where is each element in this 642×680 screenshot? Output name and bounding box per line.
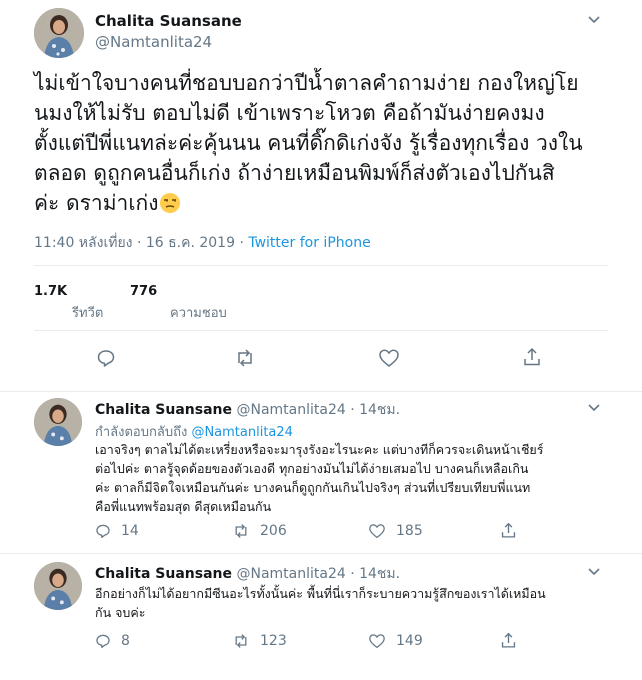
like-count[interactable]: 776 (130, 284, 157, 299)
tweet-text-body: ไม่เข้าใจบางคนที่ชอบบอกว่าปีน้ำตาลคำถามง… (34, 71, 583, 215)
main-tweet: Chalita Suansane @Namtanlita24 ไม่เข้าใจ… (0, 0, 642, 392)
share-icon (524, 347, 540, 366)
share-icon (501, 632, 516, 648)
replying-to-label: กำลังตอบกลับถึง (95, 425, 192, 440)
like-icon (379, 349, 399, 367)
avatar[interactable] (34, 398, 82, 446)
reply-button[interactable]: 8 (95, 633, 130, 649)
share-icon (501, 522, 516, 538)
divider (34, 265, 608, 266)
replying-to: กำลังตอบกลับถึง @Namtanlita24 (95, 421, 293, 442)
retweet-icon (235, 634, 247, 648)
avatar[interactable] (34, 8, 84, 58)
chevron-down-icon[interactable] (586, 402, 602, 414)
retweet-icon (238, 349, 252, 367)
unamused-face-emoji (159, 192, 181, 214)
retweet-icon (235, 524, 247, 538)
reply-button[interactable]: 14 (95, 523, 139, 539)
tweet-source-link[interactable]: Twitter for iPhone (248, 235, 370, 251)
reply-count: 14 (121, 523, 139, 539)
divider (34, 330, 608, 331)
retweet-label[interactable]: รีทวีต (72, 302, 103, 323)
like-label[interactable]: ความชอบ (170, 302, 227, 323)
reply-header: Chalita Suansane @Namtanlita24 · 14ชม. (95, 399, 400, 421)
retweet-count[interactable]: 1.7K (34, 284, 67, 299)
reply-count: 8 (121, 633, 130, 649)
reply-text: เอาจริงๆ ตาลไม่ได้ตะเหรี่ยงหรือจะมารุงรั… (95, 442, 544, 514)
chevron-down-icon[interactable] (586, 566, 602, 578)
like-count: 185 (396, 523, 423, 539)
like-icon (369, 634, 385, 649)
like-count: 149 (396, 633, 423, 649)
tweet-timestamp: 11:40 หลังเที่ยง · 16 ธ.ค. 2019 · Twitte… (34, 232, 371, 254)
reply-header: Chalita Suansane @Namtanlita24 · 14ชม. (95, 563, 400, 585)
retweet-button[interactable] (234, 348, 256, 368)
tweet-text: ไม่เข้าใจบางคนที่ชอบบอกว่าปีน้ำตาลคำถามง… (34, 68, 619, 218)
retweet-count: 123 (260, 633, 287, 649)
avatar[interactable] (34, 562, 82, 610)
retweet-count: 206 (260, 523, 287, 539)
reply-button[interactable] (96, 348, 116, 368)
share-button[interactable] (522, 347, 542, 367)
retweet-button[interactable]: 123 (232, 633, 287, 649)
retweet-button[interactable]: 206 (232, 523, 287, 539)
user-handle[interactable]: @Namtanlita24 (95, 33, 212, 51)
reply-icon (96, 524, 110, 539)
like-button[interactable]: 149 (368, 633, 423, 649)
handle-time[interactable]: @Namtanlita24 · 14ชม. (232, 402, 400, 418)
share-button[interactable] (500, 522, 517, 539)
reply-text: อีกอย่างก็ไม่ได้อยากมีซีนอะไรทั้งนั้นค่ะ… (95, 586, 546, 620)
timestamp-text[interactable]: 11:40 หลังเที่ยง · 16 ธ.ค. 2019 · (34, 235, 248, 251)
display-name[interactable]: Chalita Suansane (95, 402, 232, 418)
mention-link[interactable]: @Namtanlita24 (191, 425, 293, 440)
reply-tweet[interactable]: Chalita Suansane @Namtanlita24 · 14ชม. ก… (0, 392, 642, 554)
share-button[interactable] (500, 632, 517, 649)
reply-tweet[interactable]: Chalita Suansane @Namtanlita24 · 14ชม. อ… (0, 556, 642, 680)
like-icon (369, 524, 385, 539)
chevron-down-icon[interactable] (586, 14, 602, 26)
handle-time[interactable]: @Namtanlita24 · 14ชม. (232, 566, 400, 582)
like-button[interactable]: 185 (368, 523, 423, 539)
reply-icon (96, 634, 110, 649)
display-name[interactable]: Chalita Suansane (95, 12, 242, 30)
like-button[interactable] (378, 348, 400, 368)
display-name[interactable]: Chalita Suansane (95, 566, 232, 582)
reply-icon (97, 350, 115, 367)
